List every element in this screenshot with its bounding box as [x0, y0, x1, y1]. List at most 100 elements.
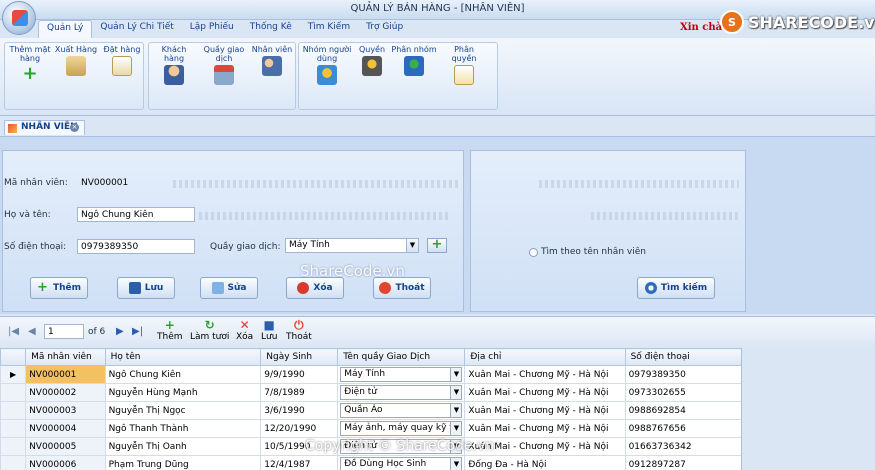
counter-dropdown[interactable]: Máy ảnh, máy quay kỹ t... ▼ [340, 421, 463, 436]
cell-fullname[interactable]: Nguyễn Hùng Mạnh [104, 383, 262, 402]
user-group-button[interactable]: Nhóm người dùng [301, 45, 353, 85]
checklist-icon [454, 65, 474, 85]
table-row[interactable]: ▶ NV000001 Ngô Chung Kiên 9/9/1990 Máy T… [0, 365, 741, 384]
toolbar-delete-button[interactable]: ✕ Xóa [236, 319, 253, 343]
cell-phone[interactable]: 01663736342 [624, 437, 741, 456]
save-button[interactable]: Lưu [117, 277, 175, 299]
rights-button[interactable]: Quyền [355, 45, 389, 76]
tab-thong-ke[interactable]: Thống Kê [242, 20, 300, 38]
cell-counter[interactable]: Đồ Dùng Học Sinh ▼ [337, 455, 466, 470]
add-product-button[interactable]: Thêm mặt hàng + [7, 45, 53, 85]
cell-address[interactable]: Xuân Mai - Chương Mỹ - Hà Nội [464, 383, 626, 402]
blurred-text [591, 212, 741, 220]
cell-employee-id[interactable]: NV000001 [25, 365, 106, 384]
customer-button[interactable]: Khách hàng [151, 45, 197, 85]
previous-record-icon[interactable]: ◀ [28, 326, 36, 337]
cell-fullname[interactable]: Nguyễn Thị Oanh [104, 437, 262, 456]
record-position-input[interactable]: 1 [44, 324, 84, 339]
assign-rights-button[interactable]: Phân quyền [441, 45, 487, 85]
tab-quan-ly-chi-tiet[interactable]: Quản Lý Chi Tiết [92, 20, 181, 38]
tab-tro-giup[interactable]: Trợ Giúp [358, 20, 411, 38]
cell-address[interactable]: Đống Đa - Hà Nội [464, 455, 626, 470]
fullname-input[interactable]: Ngô Chung Kiên [77, 207, 195, 222]
tab-quan-ly[interactable]: Quản Lý [38, 20, 93, 38]
tab-tim-kiem[interactable]: Tìm Kiếm [300, 20, 358, 38]
column-header[interactable]: Địa chỉ [464, 348, 626, 366]
employee-button[interactable]: Nhân viên [249, 45, 295, 76]
table-row[interactable]: NV000006 Phạm Trung Dũng 12/4/1987 Đồ Dù… [0, 455, 741, 470]
column-header[interactable]: Số điện thoại [624, 348, 741, 366]
cell-fullname[interactable]: Ngô Thanh Thành [104, 419, 262, 438]
cell-phone[interactable]: 0979389350 [624, 365, 741, 384]
search-by-name-radio[interactable] [529, 248, 538, 257]
cell-employee-id[interactable]: NV000003 [25, 401, 106, 420]
cell-fullname[interactable]: Ngô Chung Kiên [104, 365, 262, 384]
cell-birthdate[interactable]: 7/8/1989 [260, 383, 339, 402]
cell-counter[interactable]: Máy Tính ▼ [337, 365, 466, 384]
column-header[interactable]: Họ tên [104, 348, 262, 366]
counter-dropdown-value: Đồ Dùng Học Sinh [344, 459, 427, 469]
table-row[interactable]: NV000003 Nguyễn Thị Ngọc 3/6/1990 Quần Á… [0, 401, 741, 420]
cell-address[interactable]: Xuân Mai - Chương Mỹ - Hà Nội [464, 365, 626, 384]
cell-phone[interactable]: 0988767656 [624, 419, 741, 438]
box-icon [66, 56, 86, 76]
cell-birthdate[interactable]: 12/4/1987 [260, 455, 339, 470]
chevron-down-icon: ▼ [450, 422, 462, 435]
counter-dropdown[interactable]: Máy Tính ▼ [340, 367, 463, 382]
phone-input[interactable]: 0979389350 [77, 239, 195, 254]
cell-birthdate[interactable]: 3/6/1990 [260, 401, 339, 420]
exit-button[interactable]: Thoát [373, 277, 431, 299]
first-record-icon[interactable]: |◀ [8, 326, 19, 337]
add-button[interactable]: + Thêm [30, 277, 88, 299]
corner-header [0, 348, 27, 366]
counter-dropdown[interactable]: Quần Áo ▼ [340, 403, 463, 418]
cell-fullname[interactable]: Phạm Trung Dũng [104, 455, 262, 470]
table-row[interactable]: NV000002 Nguyễn Hùng Mạnh 7/8/1989 Điện … [0, 383, 741, 402]
cell-address[interactable]: Xuân Mai - Chương Mỹ - Hà Nội [464, 419, 626, 438]
toolbar-exit-button[interactable]: ⏻ Thoát [286, 319, 312, 343]
cell-employee-id[interactable]: NV000006 [25, 455, 106, 470]
toolbar-save-button[interactable]: ■ Lưu [261, 319, 277, 343]
counter-dropdown[interactable]: Đồ Dùng Học Sinh ▼ [340, 457, 463, 470]
toolbar-refresh-button[interactable]: ↻ Làm tươi [190, 319, 230, 343]
counter-select[interactable]: Máy Tính ▼ [285, 238, 419, 253]
cell-employee-id[interactable]: NV000005 [25, 437, 106, 456]
column-header[interactable]: Tên quầy Giao Dịch [337, 348, 466, 366]
blurred-text [199, 212, 449, 220]
next-record-icon[interactable]: ▶ [116, 326, 124, 337]
toolbar-refresh-label: Làm tươi [190, 332, 230, 342]
cell-phone[interactable]: 0973302655 [624, 383, 741, 402]
toolbar-add-button[interactable]: + Thêm [157, 319, 183, 343]
delete-button[interactable]: Xóa [286, 277, 344, 299]
cell-employee-id[interactable]: NV000002 [25, 383, 106, 402]
add-counter-button[interactable]: + [427, 238, 447, 253]
cell-counter[interactable]: Quần Áo ▼ [337, 401, 466, 420]
cell-counter[interactable]: Máy ảnh, máy quay kỹ t... ▼ [337, 419, 466, 438]
assign-group-label: Phân nhóm [391, 45, 437, 54]
search-button[interactable]: Tìm kiếm [637, 277, 715, 299]
cell-address[interactable]: Xuân Mai - Chương Mỹ - Hà Nội [464, 401, 626, 420]
cell-employee-id[interactable]: NV000004 [25, 419, 106, 438]
app-menu-button[interactable] [2, 1, 36, 35]
column-header[interactable]: Ngày Sinh [260, 348, 339, 366]
counter-button[interactable]: Quầy giao dịch [201, 45, 247, 85]
order-button[interactable]: Đặt hàng [99, 45, 145, 76]
assign-group-button[interactable]: Phân nhóm [391, 45, 437, 76]
cell-phone[interactable]: 0912897287 [624, 455, 741, 470]
close-tab-icon[interactable]: × [70, 123, 79, 132]
cell-phone[interactable]: 0988692854 [624, 401, 741, 420]
export-goods-button[interactable]: Xuất Hàng [53, 45, 99, 76]
row-indicator [0, 419, 27, 438]
counter-dropdown-value: Máy ảnh, máy quay kỹ t... [344, 423, 462, 433]
counter-dropdown[interactable]: Điện tử ▼ [340, 385, 463, 400]
tab-lap-phieu[interactable]: Lập Phiếu [182, 20, 242, 38]
cell-birthdate[interactable]: 12/20/1990 [260, 419, 339, 438]
cell-counter[interactable]: Điện tử ▼ [337, 383, 466, 402]
export-goods-label: Xuất Hàng [54, 45, 98, 54]
table-row[interactable]: NV000004 Ngô Thanh Thành 12/20/1990 Máy … [0, 419, 741, 438]
cell-birthdate[interactable]: 9/9/1990 [260, 365, 339, 384]
cell-fullname[interactable]: Nguyễn Thị Ngọc [104, 401, 262, 420]
column-header[interactable]: Mã nhân viên [25, 348, 106, 366]
last-record-icon[interactable]: ▶| [132, 326, 143, 337]
edit-button[interactable]: Sửa [200, 277, 258, 299]
